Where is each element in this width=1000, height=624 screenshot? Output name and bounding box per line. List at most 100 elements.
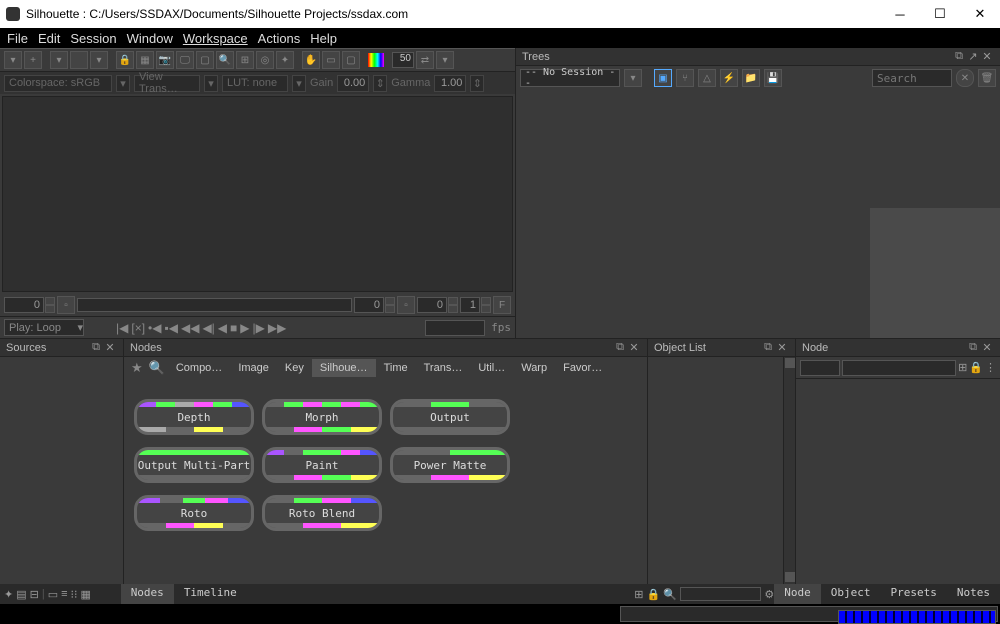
lock-icon[interactable]: 🔒 xyxy=(969,361,983,374)
panel-close-icon[interactable]: ✕ xyxy=(980,50,994,63)
tool-btn[interactable]: ▾ xyxy=(50,51,68,69)
menu-session[interactable]: Session xyxy=(67,31,119,46)
lock-icon[interactable]: 🔒 xyxy=(646,588,660,601)
bottom-tab-presets[interactable]: Presets xyxy=(881,584,947,604)
nodes-tab-active[interactable]: Silhoue… xyxy=(312,359,376,377)
step-back-icon[interactable]: ◀| xyxy=(202,321,214,335)
step-down-icon[interactable] xyxy=(385,305,395,313)
color-strip-icon[interactable] xyxy=(368,53,384,67)
step-down-icon[interactable] xyxy=(448,305,458,313)
trees-search[interactable]: Search xyxy=(872,69,952,87)
node-power-matte[interactable]: Power Matte xyxy=(390,447,510,483)
folder-icon[interactable]: 📁 xyxy=(742,69,760,87)
viewtransform-dropdown[interactable]: View Trans… xyxy=(134,75,200,92)
param-field[interactable] xyxy=(842,360,956,376)
prev-key-icon[interactable]: ▪◀ xyxy=(164,321,177,335)
nodes-tab[interactable]: Warp xyxy=(513,359,555,377)
tool-btn[interactable]: + xyxy=(24,51,42,69)
menu-help[interactable]: Help xyxy=(307,31,340,46)
icon-btn[interactable]: ✦ xyxy=(4,588,13,601)
panel-close-icon[interactable]: ✕ xyxy=(775,341,789,354)
panel-popout-icon[interactable]: ⧉ xyxy=(761,341,775,354)
tool-btn[interactable]: ▫ xyxy=(57,296,75,314)
gamma-stepper[interactable]: ⇕ xyxy=(470,75,484,92)
node-output[interactable]: Output xyxy=(390,399,510,435)
play-icon[interactable]: ▶ xyxy=(240,321,249,335)
param-field[interactable] xyxy=(800,360,840,376)
step-up-icon[interactable] xyxy=(481,297,491,305)
search-icon[interactable]: 🔍 xyxy=(663,588,677,601)
scroll-up-icon[interactable] xyxy=(785,358,795,368)
nodes-tab[interactable]: Trans… xyxy=(416,359,471,377)
step-down-icon[interactable] xyxy=(481,305,491,313)
gain-value[interactable]: 0.00 xyxy=(337,75,369,92)
tool-btn[interactable] xyxy=(70,51,88,69)
node-param-body[interactable] xyxy=(796,379,1000,584)
step-up-icon[interactable] xyxy=(45,297,55,305)
tool-btn[interactable]: ▢ xyxy=(342,51,360,69)
camera-icon[interactable]: 📷 xyxy=(156,51,174,69)
bottom-tab-nodes[interactable]: Nodes xyxy=(121,584,174,604)
gain-stepper[interactable]: ⇕ xyxy=(373,75,387,92)
node-roto[interactable]: Roto xyxy=(134,495,254,531)
minimize-button[interactable]: ─ xyxy=(880,0,920,28)
scrollbar[interactable] xyxy=(783,357,795,584)
stop-icon[interactable]: ■ xyxy=(230,321,237,335)
tool-btn[interactable]: ▦ xyxy=(136,51,154,69)
zoom-value[interactable]: 50 xyxy=(392,52,414,68)
scroll-down-icon[interactable] xyxy=(785,572,795,582)
frame-val[interactable]: 0 xyxy=(354,297,384,313)
menu-workspace[interactable]: Workspace xyxy=(180,31,251,46)
fps-field[interactable] xyxy=(425,320,485,336)
nodes-tab[interactable]: Time xyxy=(376,359,416,377)
trash-icon[interactable]: 🗑 xyxy=(978,69,996,87)
add-icon[interactable]: ⊞ xyxy=(958,361,967,374)
settings-icon[interactable]: ⚙ xyxy=(764,588,774,601)
range-icon[interactable]: [×] xyxy=(131,321,145,335)
dropdown-arrow-icon[interactable]: ▾ xyxy=(116,75,130,92)
tool-btn[interactable]: ⇄ xyxy=(416,51,434,69)
node-morph[interactable]: Morph xyxy=(262,399,382,435)
icon-btn[interactable]: ⊟ xyxy=(30,588,39,601)
menu-edit[interactable]: Edit xyxy=(35,31,63,46)
dropdown-arrow-icon[interactable]: ▾ xyxy=(624,69,642,87)
nodes-tab[interactable]: Image xyxy=(230,359,277,377)
frame-in[interactable]: 0 xyxy=(4,297,44,313)
node-roto-blend[interactable]: Roto Blend xyxy=(262,495,382,531)
tool-btn[interactable]: ▾ xyxy=(436,51,454,69)
tree-btn[interactable]: △ xyxy=(698,69,716,87)
bottom-tab-object[interactable]: Object xyxy=(821,584,881,604)
search-icon[interactable]: 🔍 xyxy=(146,360,168,376)
frame-out[interactable]: 0 xyxy=(417,297,447,313)
panel-close-icon[interactable]: ✕ xyxy=(103,341,117,354)
nodes-tab[interactable]: Favor… xyxy=(555,359,610,377)
zoom-icon[interactable]: 🔍 xyxy=(216,51,234,69)
session-dropdown[interactable]: -- No Session -- xyxy=(520,69,620,87)
icon-btn[interactable]: ▦ xyxy=(81,588,91,601)
panel-expand-icon[interactable]: ↗ xyxy=(966,50,980,63)
frame-step[interactable]: 1 xyxy=(460,297,480,313)
close-button[interactable]: ✕ xyxy=(960,0,1000,28)
menu-file[interactable]: File xyxy=(4,31,31,46)
viewer-canvas[interactable] xyxy=(2,96,513,292)
menu-window[interactable]: Window xyxy=(124,31,176,46)
icon-btn[interactable]: ≡ xyxy=(61,588,67,600)
nodes-body[interactable]: Depth Morph Output Output Multi-Part Pai… xyxy=(124,379,647,584)
nodes-tab[interactable]: Key xyxy=(277,359,312,377)
tool-btn[interactable]: ▾ xyxy=(90,51,108,69)
nodes-tab[interactable]: Util… xyxy=(470,359,513,377)
tool-btn[interactable]: ▭ xyxy=(322,51,340,69)
bottom-tab-timeline[interactable]: Timeline xyxy=(174,584,247,604)
panel-close-icon[interactable]: ✕ xyxy=(627,341,641,354)
step-up-icon[interactable] xyxy=(448,297,458,305)
menu-icon[interactable]: ⋮ xyxy=(985,361,996,374)
tool-btn[interactable]: ✦ xyxy=(276,51,294,69)
forward-icon[interactable]: ▶▶ xyxy=(268,321,286,335)
dropdown-arrow-icon[interactable]: ▾ xyxy=(204,75,218,92)
sources-body[interactable] xyxy=(0,357,123,584)
prev-key-icon[interactable]: •◀ xyxy=(148,321,161,335)
lut-dropdown[interactable]: LUT: none xyxy=(222,75,288,92)
frame-slider[interactable] xyxy=(77,298,352,312)
bolt-icon[interactable]: ⚡ xyxy=(720,69,738,87)
add-icon[interactable]: ⊞ xyxy=(634,588,643,601)
